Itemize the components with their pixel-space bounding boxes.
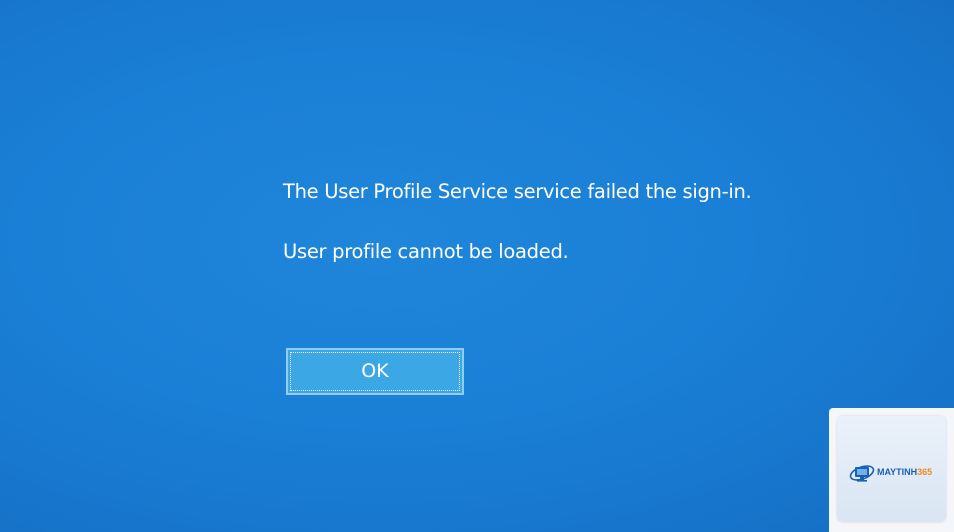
watermark-logo: MAYTINH365: [829, 408, 954, 532]
watermark-brand: MAYTINH365: [877, 467, 933, 477]
monitor-globe-icon: [849, 465, 875, 482]
ok-button[interactable]: OK: [286, 348, 464, 395]
watermark-card: MAYTINH365: [837, 416, 946, 522]
signin-error-screen: The User Profile Service service failed …: [0, 0, 954, 532]
error-message-detail: User profile cannot be loaded.: [283, 240, 569, 263]
error-message-title: The User Profile Service service failed …: [283, 180, 752, 203]
